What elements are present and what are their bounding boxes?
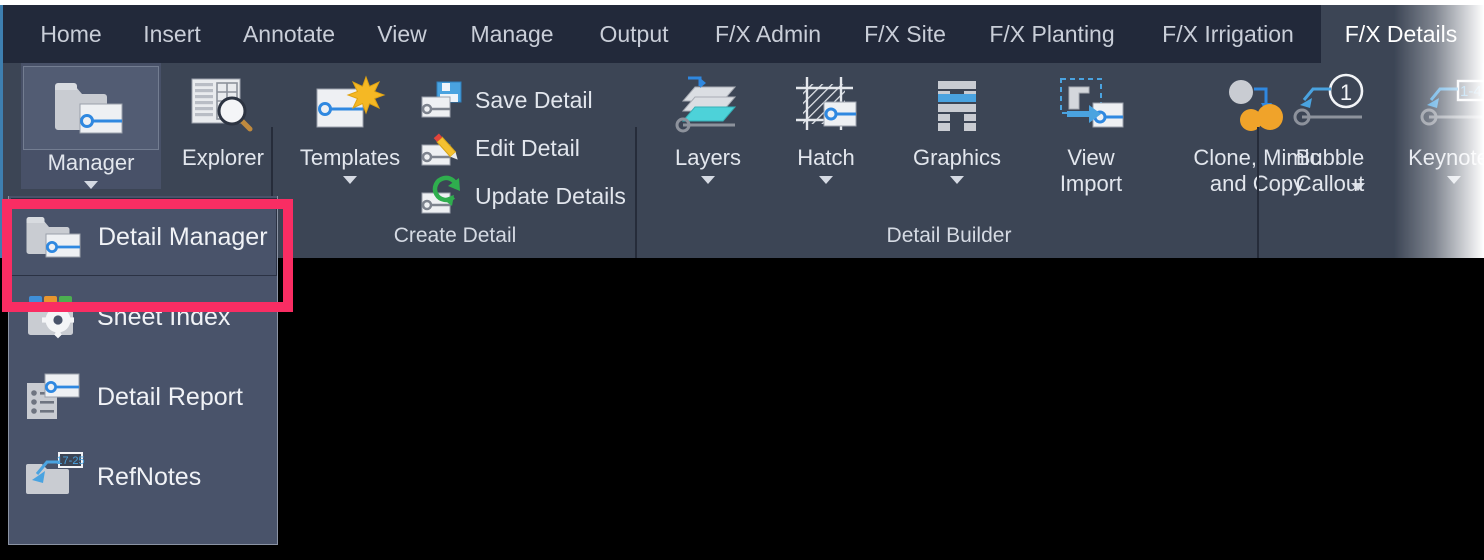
explorer-button-label: Explorer: [182, 145, 264, 170]
import-view-glyph: [1060, 78, 1124, 128]
tab-fx-irrigation[interactable]: F/X Irrigation: [1143, 5, 1313, 63]
explorer-button[interactable]: Explorer: [163, 67, 283, 171]
refnotes-menu-glyph: 17-25: [26, 452, 85, 494]
report-detail-icon: [25, 372, 83, 422]
tab-fx-admin[interactable]: F/X Admin: [698, 5, 838, 63]
tab-insert[interactable]: Insert: [128, 5, 216, 63]
folder-detail-glyph: [55, 83, 123, 134]
keynotes-chevron-down-icon[interactable]: [1447, 176, 1461, 184]
hatch-pattern-glyph: [796, 77, 857, 130]
table-magnifier-glyph: [191, 78, 253, 132]
layers-button-label: Layers: [674, 145, 742, 170]
refnotes-range-text: 17-25: [56, 455, 84, 467]
view-import-icon: [1055, 67, 1127, 145]
application-window: Home Insert Annotate View Manage Output …: [0, 0, 1484, 560]
templates-chevron-down-icon[interactable]: [343, 176, 357, 184]
detail-explorer-icon: [188, 67, 258, 145]
bubble-callout-label-line1: Bubble: [1295, 145, 1365, 170]
bubble-callout-icon: 1: [1290, 67, 1370, 145]
bubble-leader-glyph: 1: [1293, 73, 1364, 126]
edit-detail-icon: [421, 129, 463, 167]
menu-item-detail-report[interactable]: Detail Report: [11, 358, 277, 436]
update-details-label: Update Details: [475, 182, 626, 209]
panel-separator-2: [635, 127, 637, 258]
tab-manage[interactable]: Manage: [453, 5, 571, 63]
manager-button-label: Manager: [47, 150, 135, 175]
templates-button-label: Templates: [299, 145, 401, 170]
detail-builder-panel: Layers Hatch Graphics View Import Clone,…: [639, 63, 1365, 258]
tab-fx-planting[interactable]: F/X Planting: [972, 5, 1132, 63]
detail-starburst-glyph: [316, 75, 386, 128]
view-import-label-line1: View: [1067, 145, 1115, 170]
create-detail-panel-title: Create Detail: [393, 224, 517, 247]
manager-dropdown-menu: Detail Manager Sheet Index Detail Report…: [8, 196, 278, 545]
menu-item-detail-manager[interactable]: Detail Manager: [11, 198, 277, 276]
folder-detail-icon: [26, 212, 84, 262]
graphics-button[interactable]: Graphics: [887, 67, 1027, 184]
save-detail-label: Save Detail: [475, 86, 593, 113]
tab-home[interactable]: Home: [25, 5, 117, 63]
detail-layers-icon: [673, 67, 743, 145]
save-detail-button[interactable]: Save Detail: [421, 81, 593, 119]
menu-item-sheet-index[interactable]: Sheet Index: [11, 278, 277, 356]
graphics-chevron-down-icon[interactable]: [950, 176, 964, 184]
floppy-detail-glyph: [421, 81, 462, 118]
menu-item-refnotes[interactable]: 17-25 RefNotes: [11, 438, 277, 516]
bubble-callout-button[interactable]: 1 Bubble Callout: [1269, 67, 1391, 197]
refresh-detail-glyph: [421, 175, 460, 214]
tab-fx-site[interactable]: F/X Site: [849, 5, 961, 63]
tab-annotate[interactable]: Annotate: [227, 5, 351, 63]
manager-chevron-down-icon[interactable]: [84, 181, 98, 189]
graphics-button-label: Graphics: [912, 145, 1002, 170]
templates-button[interactable]: Templates: [285, 67, 415, 184]
tab-view[interactable]: View: [362, 5, 442, 63]
detail-manager-icon: [23, 66, 159, 150]
folder-gear-icon: [25, 292, 83, 342]
bubble-number-text: 1: [1340, 80, 1352, 105]
detail-hatch-icon: [791, 67, 861, 145]
menu-item-refnotes-label: RefNotes: [97, 462, 202, 491]
update-details-icon: [421, 175, 463, 215]
folder-detail-menu-glyph: [26, 217, 81, 258]
tab-output[interactable]: Output: [581, 5, 687, 63]
bubble-callout-label-line2: Callout: [1295, 171, 1365, 196]
detail-report-menu-glyph: [27, 373, 80, 419]
manager-button[interactable]: Manager: [21, 63, 161, 189]
hatch-button-label: Hatch: [797, 145, 855, 170]
keynotes-button[interactable]: 1-42 Keynotes: [1393, 67, 1484, 184]
keynotes-range-text: 1-42: [1460, 83, 1484, 100]
keynotes-button-label: Keynotes: [1408, 145, 1484, 170]
sheet-index-menu-glyph: [28, 296, 74, 339]
hatch-chevron-down-icon[interactable]: [819, 176, 833, 184]
edit-detail-button[interactable]: Edit Detail: [421, 129, 580, 167]
save-detail-icon: [421, 81, 463, 119]
detail-graphics-icon: [922, 67, 992, 145]
panel-separator-3: [1257, 127, 1259, 258]
refnotes-icon: 17-25: [25, 452, 85, 502]
brick-stack-glyph: [938, 81, 976, 131]
ribbon-tab-bar: Home Insert Annotate View Manage Output …: [3, 5, 1484, 63]
view-import-label-line2: Import: [1059, 171, 1123, 196]
stacked-layers-glyph: [675, 76, 737, 133]
tab-fx-details[interactable]: F/X Details: [1321, 5, 1481, 63]
menu-item-detail-report-label: Detail Report: [97, 382, 243, 411]
layers-chevron-down-icon[interactable]: [701, 176, 715, 184]
pencil-detail-glyph: [421, 133, 458, 166]
view-import-button[interactable]: View Import: [1029, 67, 1153, 197]
layers-button[interactable]: Layers: [649, 67, 767, 184]
menu-item-detail-manager-label: Detail Manager: [98, 222, 268, 251]
create-detail-panel: Templates Save Detail Edit Detail Update…: [273, 63, 637, 258]
keynote-leader-glyph: 1-42: [1420, 79, 1484, 126]
edit-detail-label: Edit Detail: [475, 134, 580, 161]
templates-icon: [311, 67, 389, 145]
hatch-button[interactable]: Hatch: [767, 67, 885, 184]
menu-item-sheet-index-label: Sheet Index: [97, 302, 231, 331]
detail-builder-panel-title: Detail Builder: [886, 224, 1012, 247]
callout-panel: 1 Bubble Callout 1-42: [1261, 63, 1484, 258]
keynotes-icon: 1-42: [1414, 67, 1484, 145]
update-details-button[interactable]: Update Details: [421, 175, 626, 215]
